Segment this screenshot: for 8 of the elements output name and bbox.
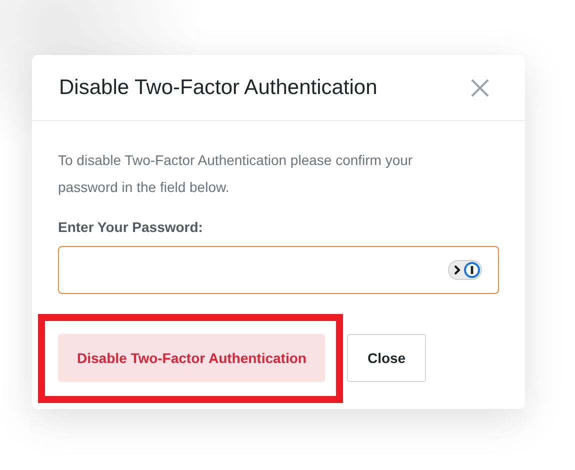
close-button[interactable]: Close: [347, 334, 426, 382]
password-field[interactable]: [58, 246, 499, 294]
field-label: Enter Your Password:: [58, 218, 204, 237]
disable-button[interactable]: Disable Two-Factor Authentication: [58, 334, 326, 382]
password-manager-icon[interactable]: [448, 260, 482, 280]
dialog-message: To disable Two-Factor Authentication please confirm your password in the field below.: [58, 151, 414, 197]
dialog-title: Disable Two-Factor Authentication: [59, 74, 378, 100]
close-icon[interactable]: [471, 78, 489, 96]
